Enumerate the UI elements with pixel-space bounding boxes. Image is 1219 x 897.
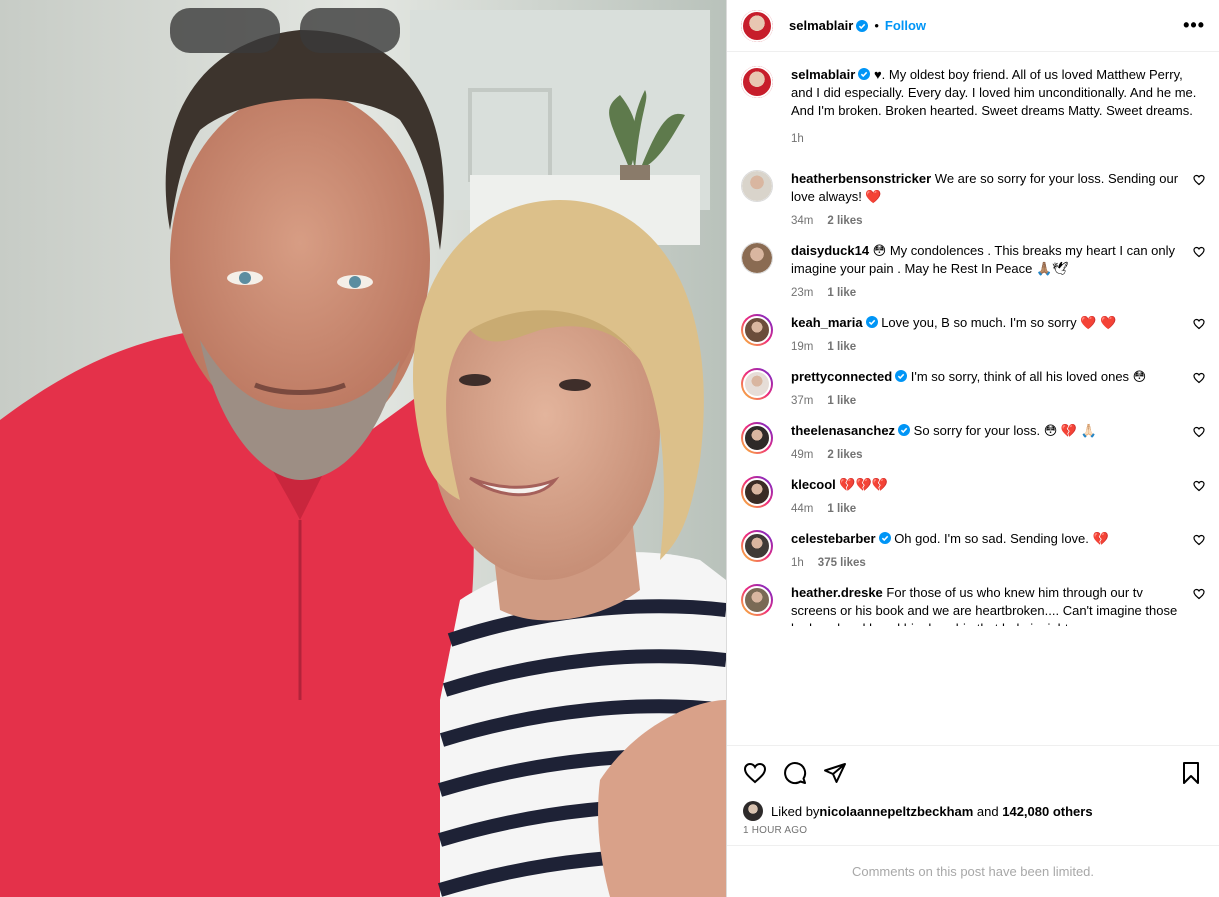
- comment-meta: 49m 2 likes: [791, 446, 1179, 464]
- liked-by-others[interactable]: 142,080 others: [1002, 804, 1092, 819]
- liked-by-prefix: Liked by: [771, 803, 820, 819]
- caption-meta: 1h: [791, 130, 1205, 148]
- comment-likes[interactable]: 375 likes: [818, 554, 866, 572]
- like-comment-heart-icon[interactable]: [1193, 372, 1205, 384]
- verified-badge-icon: [895, 370, 908, 382]
- comment-meta: 44m 1 like: [791, 500, 1179, 518]
- commenter-username[interactable]: heatherbensonstricker: [791, 171, 931, 186]
- comment-likes[interactable]: 1 like: [827, 500, 856, 518]
- caption: selmablair ♥. My oldest boy friend. All …: [741, 66, 1205, 148]
- action-bar: [727, 745, 1219, 799]
- comment-time[interactable]: 44m: [791, 500, 813, 518]
- comment-text: So sorry for your loss. 😳 💔 🙏🏻: [913, 423, 1097, 438]
- post-time[interactable]: 1 HOUR AGO: [727, 823, 1219, 845]
- commenter-username[interactable]: keah_maria: [791, 315, 863, 330]
- comment-time[interactable]: 49m: [791, 446, 813, 464]
- post-viewer: selmablair • Follow ••• selmablair ♥. My…: [0, 0, 1219, 897]
- commenter-avatar[interactable]: [741, 170, 773, 202]
- verified-badge-icon: [878, 532, 891, 544]
- commenter-avatar[interactable]: [741, 242, 773, 274]
- comment-time[interactable]: 19m: [791, 338, 813, 356]
- commenter-avatar[interactable]: [741, 368, 773, 400]
- commenter-avatar[interactable]: [741, 314, 773, 346]
- comment-row: theelenasanchez So sorry for your loss. …: [741, 422, 1205, 464]
- like-comment-heart-icon[interactable]: [1193, 174, 1205, 186]
- author-avatar[interactable]: [741, 9, 773, 42]
- like-comment-heart-icon[interactable]: [1193, 426, 1205, 438]
- comment-meta: 19m 1 like: [791, 338, 1179, 356]
- like-comment-heart-icon[interactable]: [1193, 534, 1205, 546]
- commenter-avatar[interactable]: [741, 422, 773, 454]
- commenter-avatar[interactable]: [741, 530, 773, 562]
- verified-badge-icon: [858, 68, 871, 80]
- comment-row: keah_maria Love you, B so much. I'm so s…: [741, 314, 1205, 356]
- comment-time[interactable]: 1h: [791, 554, 804, 572]
- like-comment-heart-icon[interactable]: [1193, 588, 1205, 600]
- commenter-username[interactable]: theelenasanchez: [791, 423, 895, 438]
- post-header: selmablair • Follow •••: [727, 0, 1219, 52]
- commenter-avatar[interactable]: [741, 476, 773, 508]
- comment-meta: 34m 2 likes: [791, 212, 1179, 230]
- comment-time[interactable]: 23m: [791, 284, 813, 302]
- commenter-username[interactable]: klecool: [791, 477, 836, 492]
- author-username[interactable]: selmablair: [789, 18, 853, 33]
- liked-by-middle: and: [973, 803, 1003, 819]
- comment-text: Oh god. I'm so sad. Sending love. 💔: [894, 531, 1109, 546]
- comment-time[interactable]: 34m: [791, 212, 813, 230]
- separator-dot: •: [874, 18, 879, 33]
- comment-row: celestebarber Oh god. I'm so sad. Sendin…: [741, 530, 1205, 572]
- like-comment-heart-icon[interactable]: [1193, 318, 1205, 330]
- comment-meta: 1h 375 likes: [791, 554, 1179, 572]
- caption-username[interactable]: selmablair: [791, 67, 855, 82]
- commenter-username[interactable]: prettyconnected: [791, 369, 892, 384]
- post-photo[interactable]: [0, 0, 726, 897]
- photo-illustration: [0, 0, 726, 897]
- comments-limited-notice: Comments on this post have been limited.: [727, 845, 1219, 897]
- comment-likes[interactable]: 2 likes: [827, 212, 862, 230]
- caption-avatar[interactable]: [741, 66, 773, 98]
- commenter-username[interactable]: celestebarber: [791, 531, 876, 546]
- share-icon[interactable]: [823, 761, 847, 785]
- like-comment-heart-icon[interactable]: [1193, 246, 1205, 258]
- comment-likes[interactable]: 1 like: [827, 338, 856, 356]
- more-options-button[interactable]: •••: [1183, 15, 1205, 36]
- comment-row: daisyduck14 😳 My condolences . This brea…: [741, 242, 1205, 302]
- comment-text: I'm so sorry, think of all his loved one…: [910, 369, 1147, 384]
- comment-icon[interactable]: [783, 761, 807, 785]
- liked-by-user[interactable]: nicolaannepeltzbeckham: [819, 804, 973, 819]
- commenter-username[interactable]: daisyduck14: [791, 243, 869, 258]
- post-panel: selmablair • Follow ••• selmablair ♥. My…: [726, 0, 1219, 897]
- likes-summary: Liked by nicolaannepeltzbeckham and 142,…: [727, 799, 1219, 823]
- comment-likes[interactable]: 1 like: [827, 392, 856, 410]
- verified-badge-icon: [865, 316, 878, 328]
- comment-row: klecool 💔💔💔 44m 1 like: [741, 476, 1205, 518]
- commenter-avatar[interactable]: [741, 584, 773, 616]
- caption-time[interactable]: 1h: [791, 130, 804, 148]
- comment-row: heatherbensonstricker We are so sorry fo…: [741, 170, 1205, 230]
- verified-badge-icon: [856, 19, 869, 32]
- comment-meta: 37m 1 like: [791, 392, 1179, 410]
- comment-text: Love you, B so much. I'm so sorry ❤️ ❤️: [881, 315, 1117, 330]
- like-comment-heart-icon[interactable]: [1193, 480, 1205, 492]
- heart-icon[interactable]: [743, 761, 767, 785]
- comment-likes[interactable]: 1 like: [827, 284, 856, 302]
- commenter-username[interactable]: heather.dreske: [791, 585, 883, 600]
- bookmark-icon[interactable]: [1179, 761, 1203, 785]
- liker-avatar[interactable]: [743, 801, 763, 821]
- comment-text: 💔💔💔: [839, 477, 888, 492]
- comment-row: heather.dreske For those of us who knew …: [741, 584, 1205, 626]
- comment-time[interactable]: 37m: [791, 392, 813, 410]
- comment-likes[interactable]: 2 likes: [827, 446, 862, 464]
- follow-button[interactable]: Follow: [885, 18, 926, 33]
- comment-meta: 23m 1 like: [791, 284, 1179, 302]
- comment-row: prettyconnected I'm so sorry, think of a…: [741, 368, 1205, 410]
- verified-badge-icon: [898, 424, 911, 436]
- comments-list[interactable]: selmablair ♥. My oldest boy friend. All …: [727, 52, 1219, 745]
